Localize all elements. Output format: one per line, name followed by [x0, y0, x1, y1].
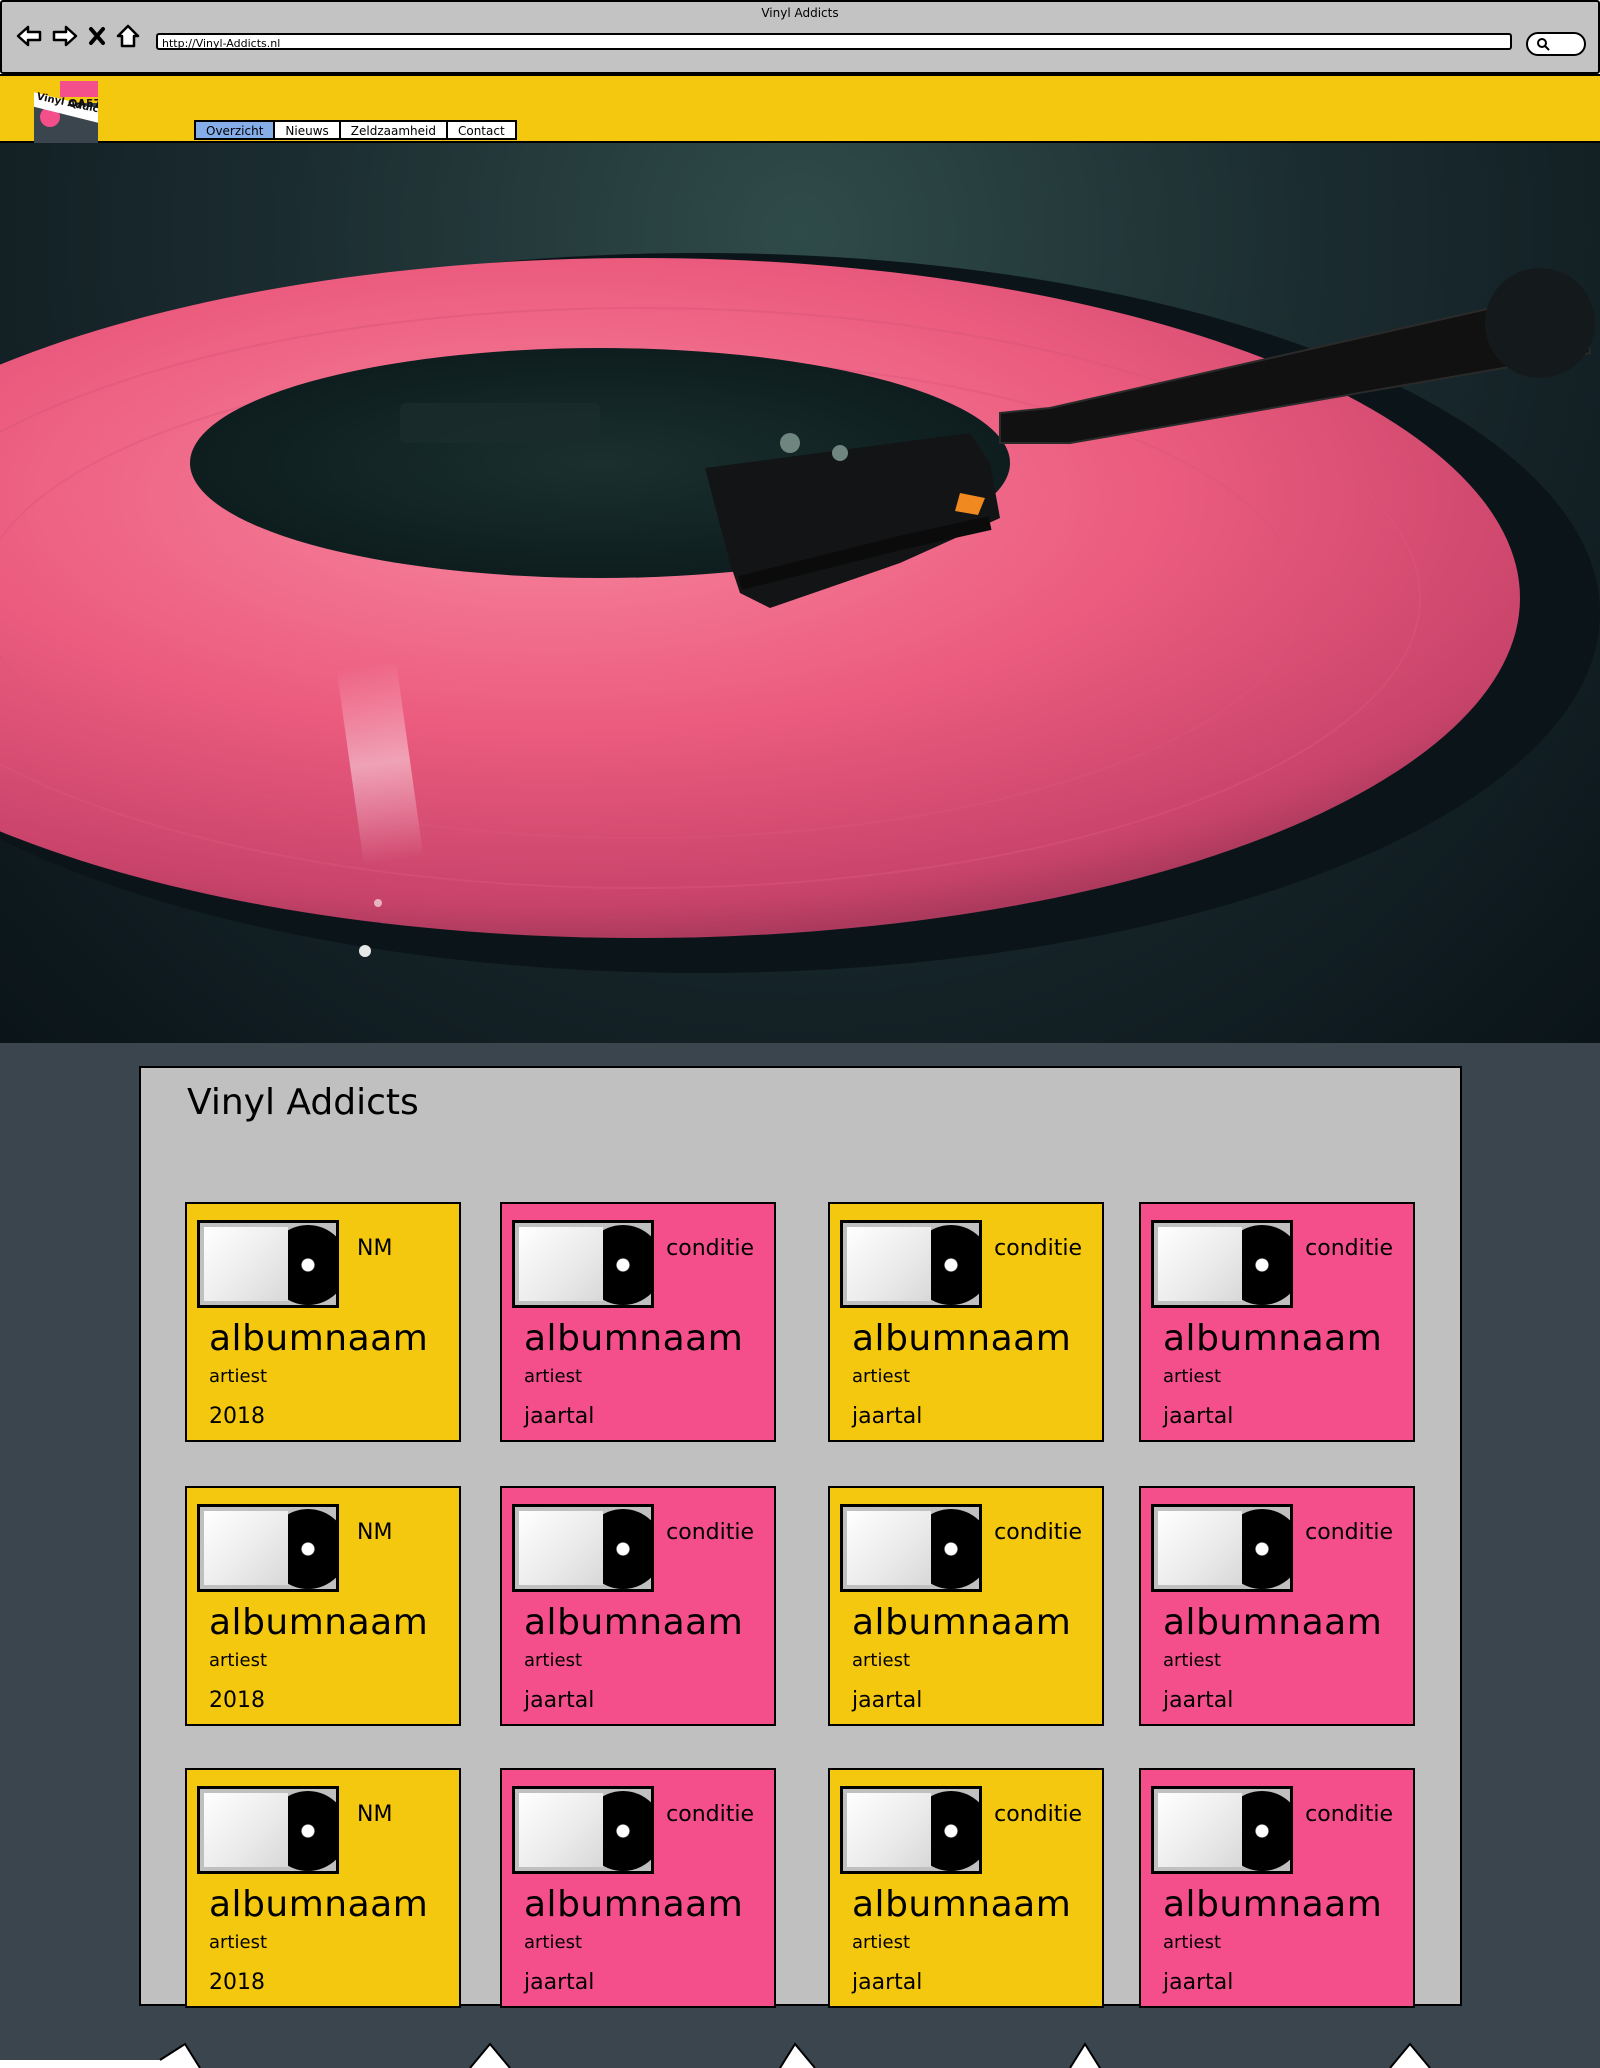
condition-label: conditie [666, 1802, 754, 1827]
artist-name: artiest [524, 1366, 582, 1387]
condition-label: conditie [1305, 1520, 1393, 1545]
album-year: jaartal [852, 1404, 923, 1429]
album-year: 2018 [209, 1688, 265, 1713]
record-sleeve-icon [1151, 1504, 1293, 1592]
album-card[interactable]: conditie albumnaam artiest jaartal [828, 1486, 1104, 1726]
record-sleeve-icon [1151, 1220, 1293, 1308]
condition-label: conditie [994, 1802, 1082, 1827]
nav-controls [16, 24, 140, 48]
album-name: albumnaam [524, 1318, 744, 1359]
album-year: 2018 [209, 1970, 265, 1995]
album-name: albumnaam [524, 1602, 744, 1643]
condition-label: conditie [1305, 1236, 1393, 1261]
site-logo[interactable]: QA5750 Vinyl Addicts [34, 81, 98, 143]
browser-search[interactable] [1526, 32, 1586, 56]
record-sleeve-icon [197, 1220, 339, 1308]
condition-label: NM [357, 1802, 393, 1827]
album-card[interactable]: conditie albumnaam artiest jaartal [828, 1202, 1104, 1442]
artist-name: artiest [209, 1932, 267, 1953]
album-year: jaartal [1163, 1404, 1234, 1429]
album-card[interactable]: conditie albumnaam artiest jaartal [1139, 1768, 1415, 2008]
album-card[interactable]: conditie albumnaam artiest jaartal [500, 1486, 776, 1726]
record-sleeve-icon [512, 1786, 654, 1874]
artist-name: artiest [209, 1366, 267, 1387]
record-sleeve-icon [197, 1786, 339, 1874]
album-card[interactable]: conditie albumnaam artiest jaartal [1139, 1202, 1415, 1442]
torn-edge-divider [0, 2042, 1600, 2068]
album-card[interactable]: conditie albumnaam artiest jaartal [1139, 1486, 1415, 1726]
condition-label: conditie [666, 1236, 754, 1261]
condition-label: NM [357, 1520, 393, 1545]
artist-name: artiest [1163, 1932, 1221, 1953]
album-year: jaartal [852, 1970, 923, 1995]
tab-overzicht[interactable]: Overzicht [194, 120, 274, 140]
condition-label: NM [357, 1236, 393, 1261]
album-card[interactable]: conditie albumnaam artiest jaartal [500, 1202, 776, 1442]
condition-label: conditie [1305, 1802, 1393, 1827]
record-sleeve-icon [840, 1504, 982, 1592]
album-year: jaartal [524, 1404, 595, 1429]
window-title: Vinyl Addicts [761, 6, 839, 20]
record-sleeve-icon [197, 1504, 339, 1592]
site-header: QA5750 Vinyl Addicts Overzicht Nieuws Ze… [0, 74, 1600, 143]
album-year: jaartal [1163, 1688, 1234, 1713]
condition-label: conditie [994, 1520, 1082, 1545]
tab-nieuws[interactable]: Nieuws [273, 120, 339, 140]
album-card[interactable]: NM albumnaam artiest 2018 [185, 1486, 461, 1726]
artist-name: artiest [524, 1932, 582, 1953]
artist-name: artiest [209, 1650, 267, 1671]
album-year: jaartal [524, 1688, 595, 1713]
album-name: albumnaam [1163, 1602, 1383, 1643]
search-icon [1537, 38, 1550, 51]
album-name: albumnaam [852, 1884, 1072, 1925]
artist-name: artiest [1163, 1366, 1221, 1387]
artist-name: artiest [852, 1932, 910, 1953]
record-sleeve-icon [840, 1220, 982, 1308]
album-name: albumnaam [852, 1602, 1072, 1643]
album-card[interactable]: conditie albumnaam artiest jaartal [500, 1768, 776, 2008]
browser-window: Vinyl Addicts http://Vinyl-Addicts.nl [0, 0, 1600, 74]
content-panel: Vinyl Addicts NM albumnaam artiest 2018 … [139, 1066, 1462, 2008]
artist-name: artiest [524, 1650, 582, 1671]
artist-name: artiest [1163, 1650, 1221, 1671]
album-name: albumnaam [852, 1318, 1072, 1359]
album-card[interactable]: NM albumnaam artiest 2018 [185, 1202, 461, 1442]
forward-arrow-icon[interactable] [52, 24, 78, 48]
album-name: albumnaam [209, 1318, 429, 1359]
album-year: 2018 [209, 1404, 265, 1429]
album-year: jaartal [852, 1688, 923, 1713]
tab-zeldzaamheid[interactable]: Zeldzaamheid [338, 120, 446, 140]
address-bar[interactable]: http://Vinyl-Addicts.nl [156, 33, 1512, 50]
album-card[interactable]: conditie albumnaam artiest jaartal [828, 1768, 1104, 2008]
turntable-illustration [0, 253, 1600, 973]
album-name: albumnaam [209, 1602, 429, 1643]
album-name: albumnaam [209, 1884, 429, 1925]
close-icon[interactable] [88, 26, 106, 46]
album-year: jaartal [524, 1970, 595, 1995]
main-nav: Overzicht Nieuws Zeldzaamheid Contact [194, 120, 517, 140]
artist-name: artiest [852, 1650, 910, 1671]
page-title: Vinyl Addicts [187, 1082, 419, 1123]
record-sleeve-icon [840, 1786, 982, 1874]
tab-contact[interactable]: Contact [445, 120, 517, 140]
album-name: albumnaam [1163, 1884, 1383, 1925]
album-name: albumnaam [1163, 1318, 1383, 1359]
condition-label: conditie [666, 1520, 754, 1545]
album-card[interactable]: NM albumnaam artiest 2018 [185, 1768, 461, 2008]
back-arrow-icon[interactable] [16, 24, 42, 48]
home-icon[interactable] [116, 24, 140, 48]
album-name: albumnaam [524, 1884, 744, 1925]
condition-label: conditie [994, 1236, 1082, 1261]
record-sleeve-icon [1151, 1786, 1293, 1874]
record-sleeve-icon [512, 1220, 654, 1308]
record-sleeve-icon [512, 1504, 654, 1592]
hero-turntable-image [0, 143, 1600, 1043]
album-year: jaartal [1163, 1970, 1234, 1995]
artist-name: artiest [852, 1366, 910, 1387]
